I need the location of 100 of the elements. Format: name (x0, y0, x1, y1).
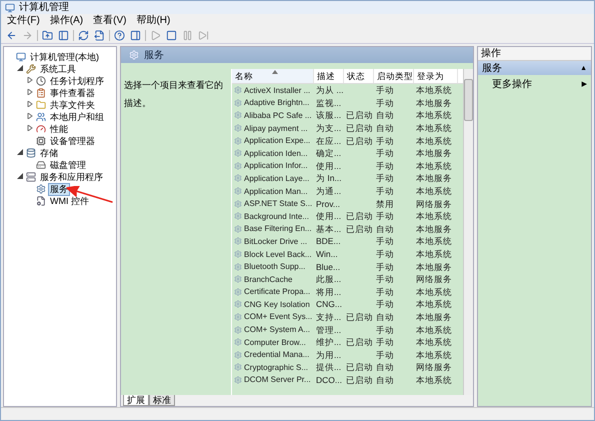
gear-icon (234, 338, 242, 346)
table-cell[interactable]: Adaptive Brightn... (232, 98, 314, 108)
tree-item[interactable]: 服务 (48, 182, 70, 196)
column-header[interactable]: 登录为 (414, 69, 458, 83)
menu-item[interactable]: 帮助(H) (136, 15, 170, 27)
table-cell[interactable]: Background Inte... (232, 212, 314, 221)
table-cell[interactable]: Application Iden... (232, 148, 314, 158)
column-header[interactable]: 名称 (232, 69, 314, 83)
collapsed-arrow-icon[interactable] (27, 89, 33, 95)
table-cell[interactable]: Alibaba PC Safe ... (232, 110, 314, 120)
panel-toggle-button[interactable] (57, 29, 70, 42)
menu-item[interactable]: 操作(A) (50, 15, 84, 27)
collapsed-arrow-icon[interactable] (27, 77, 33, 83)
folder-up-button[interactable] (41, 29, 54, 42)
table-cell-text: 已启动 (345, 374, 373, 386)
gear-icon (234, 237, 242, 246)
table-cell[interactable]: Application Laye... (232, 174, 314, 183)
stop-button[interactable] (165, 29, 178, 42)
scrollbar[interactable] (463, 69, 473, 395)
table-cell[interactable]: Alipay payment ... (232, 124, 314, 133)
table-cell[interactable]: Application Expe... (232, 136, 314, 146)
column-header[interactable]: 启动类型 (374, 69, 414, 83)
table-cell[interactable]: COM+ Event Sys... (232, 312, 314, 322)
table-cell-text: 手动 (375, 235, 394, 248)
table-cell-text: 网络服务 (415, 198, 452, 210)
table-cell[interactable]: Credential Mana... (232, 350, 314, 360)
table-cell-text: 已启动 (345, 210, 373, 222)
table-cell-text: DCO... (315, 374, 342, 386)
table-cell-text: 使用... (315, 210, 342, 222)
collapsed-arrow-icon[interactable] (27, 101, 33, 107)
table-cell-text: 手动 (375, 84, 394, 96)
gear-icon (234, 376, 242, 384)
table-cell[interactable]: Cryptographic S... (232, 362, 314, 372)
table-cell-text: Blue... (315, 260, 340, 273)
expanded-arrow-icon[interactable] (17, 173, 23, 179)
gear-icon (234, 124, 242, 132)
column-header[interactable]: 描述 (314, 69, 344, 83)
table-cell[interactable]: Certificate Propa... (232, 287, 314, 296)
help-button[interactable] (113, 29, 126, 42)
table-cell-text: 在应... (315, 134, 342, 147)
tree-item[interactable]: 本地用户和组 (48, 110, 106, 124)
tree-item[interactable]: 磁盘管理 (48, 158, 88, 172)
table-cell-text: 提供... (315, 361, 342, 374)
table-cell-text: 本地系统 (415, 298, 452, 310)
tree-item[interactable]: 存储 (38, 146, 60, 160)
tree-item[interactable]: 设备管理器 (48, 134, 97, 148)
collapsed-arrow-icon[interactable] (27, 125, 33, 131)
gear-icon (234, 212, 242, 220)
table-cell-text: 手动 (375, 96, 394, 109)
tree-item[interactable]: WMI 控件 (48, 194, 91, 208)
table-cell[interactable]: Bluetooth Supp... (232, 262, 314, 272)
table-cell-text: 自动 (375, 310, 394, 323)
menu-item[interactable]: 查看(V) (93, 15, 126, 27)
action-link[interactable]: 更多操作 (492, 77, 532, 91)
table-cell-text: 手动 (375, 248, 394, 260)
refresh-button[interactable] (77, 29, 90, 42)
gear-icon (36, 184, 46, 194)
panel-toggle-button[interactable] (129, 29, 142, 42)
app-icon (5, 2, 15, 12)
menu-item[interactable]: 文件(F) (7, 15, 40, 27)
table-cell-text: 本地系统 (415, 235, 452, 248)
table-cell-text: 已启动 (345, 134, 373, 147)
tree-item[interactable]: 性能 (48, 122, 70, 136)
collapsed-arrow-icon[interactable] (27, 113, 33, 119)
table-cell[interactable]: Computer Brow... (232, 338, 314, 347)
expanded-arrow-icon[interactable] (17, 65, 23, 71)
table-cell[interactable]: CNG Key Isolation (232, 300, 314, 309)
table-cell[interactable]: Base Filtering En... (232, 224, 314, 234)
table-cell-text: 手动 (375, 273, 394, 286)
tab[interactable]: 标准 (149, 395, 175, 406)
table-cell[interactable]: Application Man... (232, 186, 314, 196)
table-cell[interactable]: Block Level Back... (232, 250, 314, 259)
tab[interactable]: 扩展 (123, 395, 149, 406)
tree-item[interactable]: 事件查看器 (48, 86, 97, 100)
table-cell[interactable]: ASP.NET State S... (232, 199, 314, 208)
table-cell-text: 本地系统 (415, 374, 452, 386)
table-cell[interactable]: DCOM Server Pr... (232, 375, 314, 384)
table-cell[interactable]: BitLocker Drive ... (232, 236, 314, 246)
table-cell-text: 手动 (375, 260, 394, 273)
export-button[interactable] (93, 29, 106, 42)
table-cell[interactable]: COM+ System A... (232, 325, 314, 334)
table-cell[interactable]: BranchCache (232, 274, 314, 284)
folder-icon (36, 100, 46, 110)
sort-icon (272, 70, 278, 74)
table-cell-text: 手动 (375, 286, 394, 298)
table-cell-text: 将用... (315, 286, 342, 298)
section-title: 服务 (482, 62, 502, 75)
table-cell[interactable]: ActiveX Installer ... (232, 86, 314, 95)
tree-item[interactable]: 计算机管理(本地) (28, 50, 101, 64)
table-cell-text: 为 In... (315, 172, 342, 184)
tree-item[interactable]: 系统工具 (38, 62, 78, 76)
table-cell-text: 自动 (375, 222, 394, 235)
expanded-arrow-icon[interactable] (17, 149, 23, 155)
tree-item[interactable]: 任务计划程序 (48, 74, 106, 88)
column-header[interactable]: 状态 (344, 69, 374, 83)
table-cell-text: 为支... (315, 122, 342, 134)
tree-item[interactable]: 共享文件夹 (48, 98, 97, 112)
table-cell[interactable]: Application Infor... (232, 161, 314, 170)
tree-item[interactable]: 服务和应用程序 (38, 170, 105, 184)
back-button[interactable] (5, 29, 18, 42)
